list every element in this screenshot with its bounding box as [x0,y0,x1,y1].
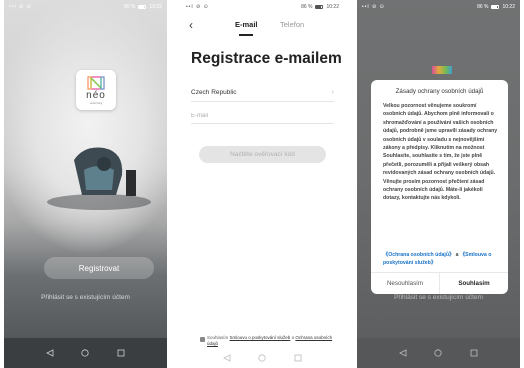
consent-text: Souhlasím Smlouvu o poskytování služeb a… [207,335,338,347]
android-nav-bar [4,338,167,368]
register-email-screen: ••l ⊘ ⊙ 86 % 10:22 ‹ E-mail Telefon Regi… [181,0,344,368]
nav-recent-icon[interactable] [294,354,302,362]
clock: 10:22 [502,4,515,10]
country-value: Czech Republic [191,89,237,96]
privacy-policy-screen: ••l ⊘ ⊙ 86 % 10:22 Zásady ochrany osobní… [357,0,520,368]
neo-logo: néo smart living [76,70,116,110]
dialog-actions: Nesouhlasím Souhlasím [371,272,508,294]
country-selector[interactable]: Czech Republic › [191,84,334,102]
decline-button[interactable]: Nesouhlasím [371,273,439,294]
logo-tagline: smart living [89,101,103,105]
consent-checkbox[interactable] [200,337,205,342]
neo-logo-icon [87,75,105,90]
clock: 10:22 [149,4,162,10]
status-bar: ••l ⊘ ⊙ 86 % 10:22 [357,0,520,14]
privacy-dialog: Zásady ochrany osobních údajů Velkou poz… [371,80,508,294]
nav-back-icon[interactable] [222,354,231,362]
nav-home-icon[interactable] [81,349,90,357]
status-bar: ••l ⊘ ⊙ 86 % 10:22 [181,0,344,14]
top-bar: ‹ E-mail Telefon [181,14,344,38]
dialog-title: Zásady ochrany osobních údajů [395,88,484,95]
nav-recent-icon[interactable] [470,349,478,357]
tab-phone[interactable]: Telefon [280,20,304,29]
logo-wordmark: néo [86,89,106,101]
nav-back-icon[interactable] [398,349,407,357]
login-existing-account-link[interactable]: Přihlásit se s existujícím účtem [4,294,167,301]
signal-icons: ••l ⊘ ⊙ [362,4,385,10]
chevron-right-icon: › [331,89,334,96]
chair-photo-illustration [47,147,151,210]
battery-icon [491,5,500,9]
battery-icon [315,5,324,9]
consent-prefix: Souhlasím [207,335,230,340]
back-chevron-icon[interactable]: ‹ [189,18,193,32]
page-title: Registrace e-mailem [191,50,342,67]
android-nav-bar [181,348,344,368]
status-bar: ••l ⊘ ⊙ 86 % 10:22 [4,0,167,14]
nav-home-icon[interactable] [258,354,267,362]
nav-recent-icon[interactable] [117,349,125,357]
tab-email[interactable]: E-mail [235,20,258,29]
signal-icons: ••l ⊘ ⊙ [9,4,32,10]
nav-home-icon[interactable] [434,349,443,357]
login-existing-account-link: Přihlásit se s existujícím účtem [394,294,483,301]
register-button[interactable]: Registrovat [44,257,154,279]
active-tab-indicator [239,34,253,36]
nav-back-icon[interactable] [45,349,54,357]
android-nav-bar [357,338,520,368]
privacy-policy-link[interactable]: 《Ochrana osobních údajů》 [383,252,454,258]
get-verification-code-button[interactable]: Načtěte ověřovací kód [199,146,326,163]
accept-button[interactable]: Souhlasím [439,273,508,294]
email-input[interactable] [191,108,334,124]
battery-percent: 86 % [301,4,313,10]
neo-logo-peek [432,66,452,74]
battery-icon [138,5,147,9]
clock: 10:22 [326,4,339,10]
welcome-screen: ••l ⊘ ⊙ 86 % 10:22 néo smart living Regi… [4,0,167,368]
dialog-links: 《Ochrana osobních údajů》 a 《Smlouva o po… [383,251,502,267]
battery-percent: 86 % [124,4,136,10]
battery-percent: 86 % [477,4,489,10]
terms-link[interactable]: Smlouvu o poskytování služeb [230,335,291,340]
signal-icons: ••l ⊘ ⊙ [186,4,209,10]
dialog-body: Velkou pozornost věnujeme soukromí osobn… [383,103,498,202]
